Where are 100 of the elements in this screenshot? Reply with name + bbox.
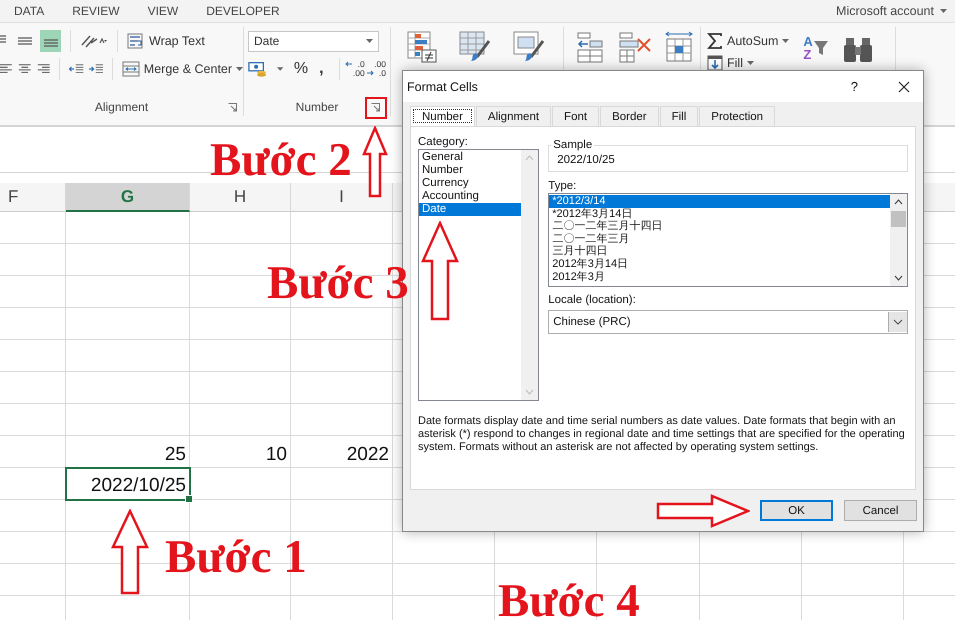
field-label: Locale (location):	[548, 293, 637, 307]
conditional-formatting-icon[interactable]	[407, 31, 437, 63]
type-list[interactable]: *2012/3/14 *2012年3月14日 二〇一二年三月十四日 二〇一二年三月 三月十四日 2012年3月14日 2012年3月	[548, 193, 908, 287]
list-item[interactable]: *2012年3月14日	[549, 208, 890, 220]
align-lines-icon[interactable]	[0, 63, 14, 75]
step-label: Bước 1	[165, 531, 307, 583]
column-header[interactable]: H	[190, 183, 291, 212]
table-cell-text: 2022	[346, 443, 390, 467]
funnel-icon	[812, 39, 829, 57]
ok-button[interactable]: OK	[760, 500, 833, 521]
sample-value: 2022/10/25	[557, 153, 616, 166]
list-item[interactable]: Number	[419, 164, 522, 177]
list-item[interactable]: 二〇一二年三月	[549, 232, 890, 246]
step-label: Bước 2	[210, 134, 352, 186]
decrease-decimal-button[interactable]: .00 .0	[370, 60, 386, 78]
table-cell: 2022/10/25	[65, 467, 191, 501]
list-item[interactable]: Currency	[419, 177, 522, 190]
percent-button[interactable]: %	[294, 60, 308, 78]
decimal-label: .00	[352, 69, 365, 78]
right-arrow-icon	[366, 70, 374, 76]
field-label: Type:	[548, 179, 578, 193]
group-label: Sample	[552, 139, 594, 151]
ribbon-tab[interactable]: REVIEW	[72, 4, 120, 18]
column-header[interactable]: F	[0, 183, 66, 212]
sigma-icon	[707, 33, 723, 49]
table-cell-text: 10	[264, 443, 288, 467]
locale-dropdown[interactable]: Chinese (PRC)	[548, 310, 908, 334]
help-button[interactable]: ?	[850, 79, 858, 94]
column-header[interactable]: I	[291, 183, 393, 212]
list-item[interactable]: Accounting	[419, 190, 522, 203]
dialog-tab[interactable]: Fill	[660, 106, 698, 126]
close-icon[interactable]	[898, 80, 910, 92]
increase-decimal-button[interactable]: .0 .00	[348, 60, 365, 78]
step-label: Bước 4	[498, 575, 640, 620]
binoculars-icon[interactable]	[842, 35, 873, 65]
caret-icon	[782, 39, 790, 43]
left-arrow-icon	[345, 61, 352, 67]
scrollbar[interactable]	[890, 194, 907, 286]
indent-icon[interactable]	[88, 63, 103, 75]
number-format-dropdown[interactable]: Date	[248, 30, 379, 52]
highlight-frame	[365, 97, 387, 119]
list-item[interactable]: 二〇一二年三月十四日	[549, 220, 890, 233]
scroll-thumb[interactable]	[891, 211, 906, 227]
group-label: Alignment	[94, 100, 148, 114]
align-lines-icon	[16, 35, 32, 47]
account-menu[interactable]: Microsoft account	[836, 4, 947, 18]
align-lines-icon[interactable]	[36, 63, 50, 75]
decimal-label: .0	[358, 60, 365, 69]
dialog-tab[interactable]: Number	[410, 106, 475, 126]
align-button[interactable]	[40, 30, 61, 52]
delete-cells-icon[interactable]	[618, 31, 652, 63]
caret-icon	[746, 61, 754, 65]
ribbon-tab[interactable]: DATA	[14, 4, 44, 18]
description-text: Date formats display date and time serial numbers as date values. Date formats that begin with an asterisk (*) respond to changes in regional date and time settings that are specified for the operating system. Formats without an asterisk are not affected by operating system settings.	[418, 415, 906, 454]
chevron-down-icon[interactable]	[894, 275, 903, 281]
sort-letter: Z	[803, 48, 812, 61]
indent-icon[interactable]	[69, 63, 84, 75]
orientation-icon[interactable]	[80, 33, 108, 49]
autosum-button[interactable]: AutoSum	[707, 33, 790, 49]
table-cell-text: 25	[164, 443, 187, 467]
dialog-tab[interactable]: Alignment	[476, 106, 552, 126]
field-label: Category:	[418, 135, 469, 149]
caret-icon	[236, 67, 243, 71]
dialog-tab[interactable]: Protection	[699, 106, 776, 126]
merge-cells-icon	[122, 61, 140, 77]
list-item[interactable]: 三月十四日	[549, 245, 890, 258]
wrap-text-icon	[127, 33, 145, 49]
column-header[interactable]: G	[66, 183, 190, 212]
list-item[interactable]: General	[419, 151, 522, 164]
chevron-up-icon[interactable]	[894, 199, 903, 205]
dialog-tab[interactable]: Font	[552, 106, 600, 126]
ribbon-tab[interactable]: DEVELOPER	[206, 4, 280, 18]
list-item[interactable]: Date	[419, 203, 522, 216]
cell-styles-icon[interactable]	[513, 31, 545, 63]
decimal-label: .00	[374, 60, 386, 69]
format-table-icon[interactable]	[459, 31, 491, 63]
list-item[interactable]: 2012年3月	[549, 270, 890, 284]
dialog-launcher-icon[interactable]	[371, 102, 380, 112]
comma-style-button[interactable]: ,	[319, 60, 324, 78]
dialog-title: Format Cells	[407, 80, 479, 94]
dialog-tab[interactable]: Border	[600, 106, 659, 126]
list-item[interactable]: *2012/3/14	[549, 195, 890, 208]
caret-icon[interactable]	[276, 67, 283, 71]
decimal-label: .0	[378, 69, 386, 78]
chevron-down-icon[interactable]	[893, 319, 903, 325]
caret-icon	[940, 9, 947, 13]
category-list[interactable]: General Number Currency Accounting Date	[418, 149, 540, 401]
dialog-launcher-icon[interactable]	[228, 102, 237, 112]
sort-filter-button[interactable]: A Z	[803, 29, 829, 61]
wrap-text-button[interactable]: Wrap Text	[127, 33, 205, 49]
ribbon-tab[interactable]: VIEW	[148, 4, 178, 18]
sort-letter: A	[803, 35, 813, 48]
cancel-button[interactable]: Cancel	[844, 500, 917, 521]
step-label: Bước 3	[267, 257, 409, 309]
fill-handle[interactable]	[185, 495, 193, 503]
group-label: Number	[296, 100, 338, 114]
caret-icon	[366, 39, 373, 43]
align-lines-icon[interactable]	[18, 63, 32, 75]
list-item[interactable]: 2012年3月14日	[549, 258, 890, 271]
merge-center-button[interactable]: Merge & Center	[122, 61, 243, 77]
